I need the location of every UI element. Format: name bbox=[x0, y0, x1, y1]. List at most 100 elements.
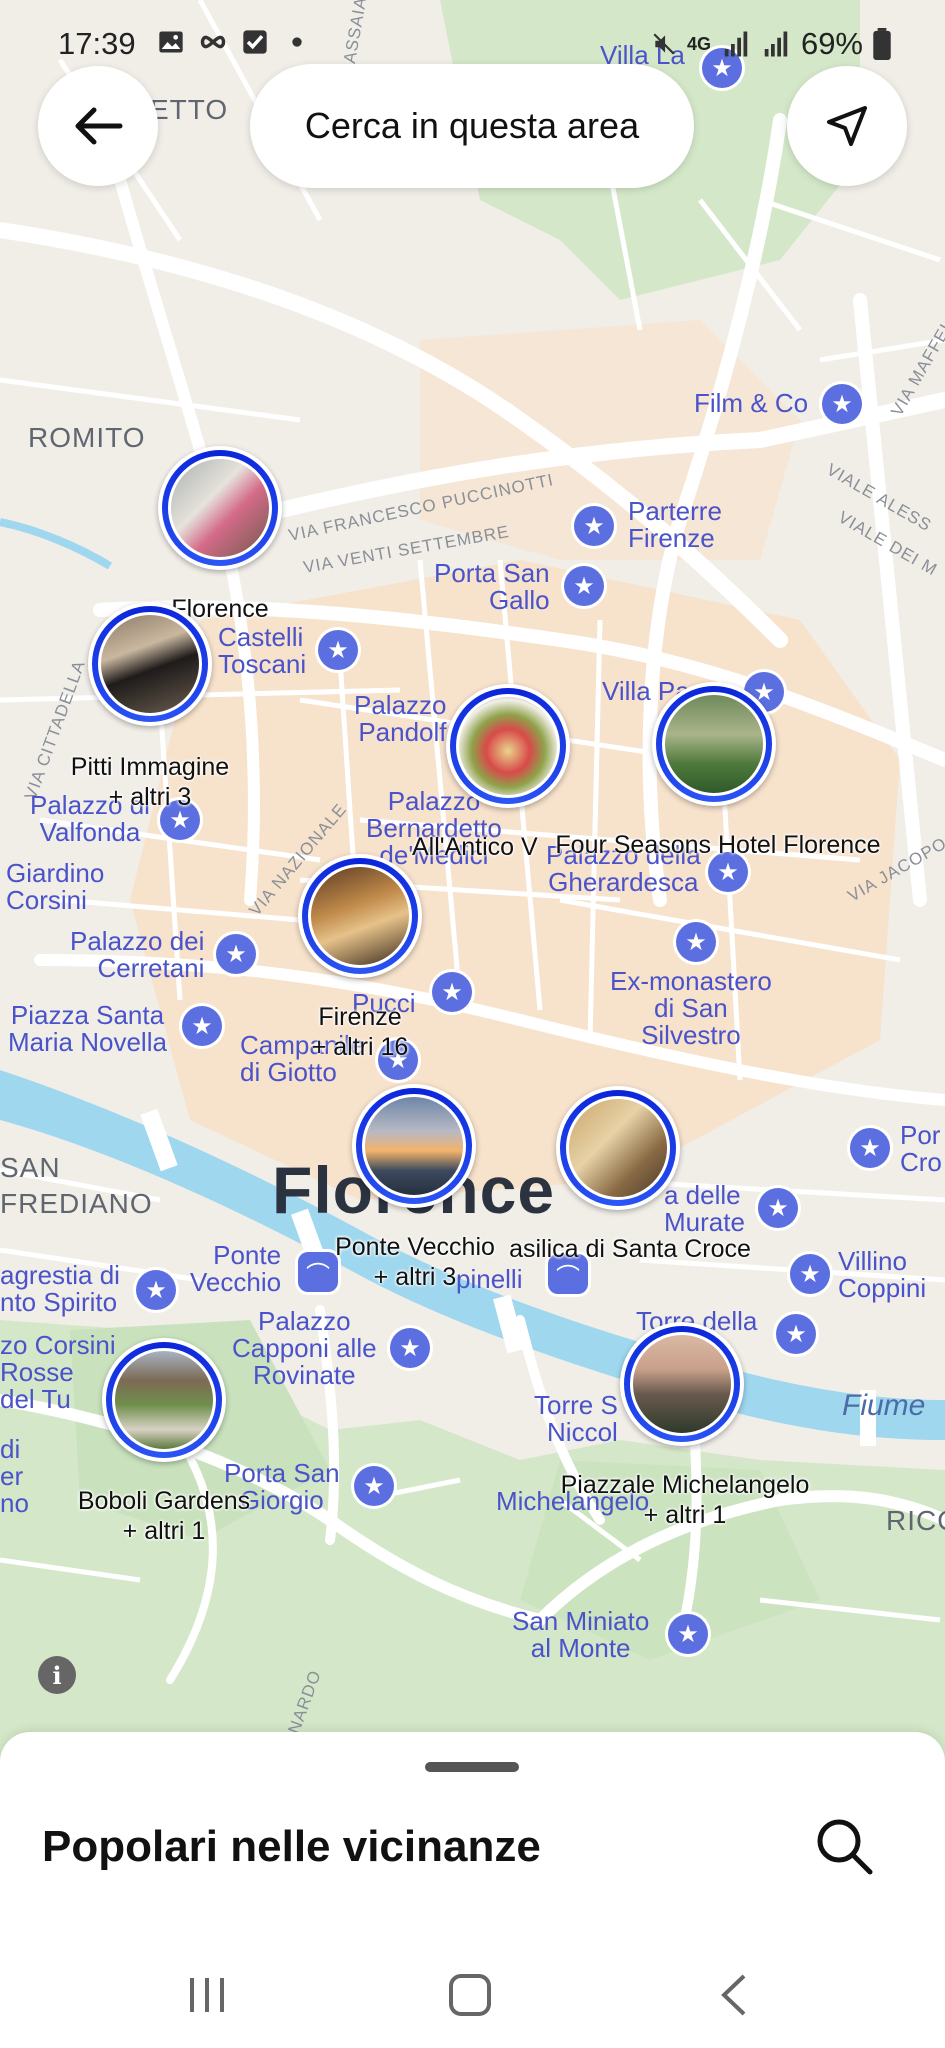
poi-label[interactable]: San Miniato al Monte bbox=[512, 1608, 649, 1662]
signal-icon bbox=[764, 31, 788, 57]
star-icon[interactable]: ★ bbox=[850, 1128, 890, 1168]
star-icon[interactable]: ★ bbox=[182, 1006, 222, 1046]
map-marker[interactable] bbox=[446, 684, 570, 808]
info-icon[interactable]: i bbox=[38, 1656, 76, 1694]
area-label-romito: ROMITO bbox=[28, 422, 146, 453]
poi-label[interactable]: Film & Co bbox=[694, 390, 808, 417]
recent-apps-button[interactable] bbox=[172, 1960, 242, 2030]
map-marker[interactable] bbox=[158, 446, 282, 570]
area-label-etto: ETTO bbox=[150, 94, 229, 125]
map-marker[interactable] bbox=[652, 682, 776, 806]
marker-label: Four Seasons Hotel Florence bbox=[555, 831, 881, 859]
poi-label[interactable]: Torre S Niccol bbox=[534, 1392, 618, 1446]
poi-label[interactable]: Piazza Santa Maria Novella bbox=[8, 1002, 167, 1056]
status-notification-icons bbox=[157, 28, 311, 56]
navigation-arrow-icon bbox=[827, 106, 867, 146]
marker-sublabel: + altri 1 bbox=[643, 1501, 727, 1529]
star-icon[interactable]: ★ bbox=[354, 1466, 394, 1506]
star-icon[interactable]: ★ bbox=[668, 1614, 708, 1654]
home-button[interactable] bbox=[435, 1960, 505, 2030]
area-label-rico: RICO bbox=[886, 1505, 945, 1536]
marker-photo bbox=[98, 612, 202, 716]
poi-label[interactable]: Giardino Corsini bbox=[6, 860, 104, 914]
marker-sublabel: + altri 1 bbox=[122, 1517, 206, 1545]
battery-icon bbox=[873, 28, 891, 60]
checkbox-icon bbox=[243, 30, 267, 54]
marker-label: Pitti Immagine bbox=[70, 753, 230, 781]
recent-apps-icon bbox=[190, 1978, 224, 2012]
map-marker[interactable] bbox=[102, 1338, 226, 1462]
map-marker[interactable] bbox=[298, 854, 422, 978]
poi-label[interactable]: di er no bbox=[0, 1436, 29, 1517]
poi-label[interactable]: Palazzo dei Cerretani bbox=[70, 928, 204, 982]
area-label-frediano: FREDIANO bbox=[0, 1188, 153, 1219]
marker-sublabel: + altri 3 bbox=[373, 1263, 457, 1291]
star-icon[interactable]: ★ bbox=[776, 1314, 816, 1354]
marker-label: All'Antico V bbox=[412, 833, 538, 861]
poi-label[interactable]: a delle Murate bbox=[664, 1182, 745, 1236]
marker-label: Piazzale Michelangelo bbox=[560, 1471, 810, 1499]
marker-photo bbox=[630, 1332, 734, 1436]
star-icon[interactable]: ★ bbox=[758, 1188, 798, 1228]
mute-icon bbox=[653, 33, 675, 55]
poi-label[interactable]: Ponte Vecchio bbox=[190, 1242, 281, 1296]
sheet-title: Popolari nelle vicinanze bbox=[42, 1822, 541, 1871]
star-icon[interactable]: ★ bbox=[574, 506, 614, 546]
poi-label[interactable]: Villino Coppini bbox=[838, 1248, 926, 1302]
star-icon[interactable]: ★ bbox=[136, 1270, 176, 1310]
star-icon[interactable]: ★ bbox=[676, 922, 716, 962]
arrow-left-icon bbox=[75, 107, 123, 145]
back-nav-button[interactable] bbox=[700, 1960, 770, 2030]
poi-label[interactable]: Por Cro bbox=[900, 1122, 942, 1176]
gallery-icon bbox=[159, 31, 183, 53]
poi-label[interactable]: agrestia di nto Spirito bbox=[0, 1262, 120, 1316]
marker-label: Boboli Gardens bbox=[77, 1487, 251, 1515]
poi-label[interactable]: Porta San Gallo bbox=[434, 560, 550, 614]
marker-photo bbox=[112, 1348, 216, 1452]
star-icon[interactable]: ★ bbox=[790, 1254, 830, 1294]
poi-label[interactable]: Palazzo Pandolf bbox=[354, 692, 447, 746]
dot-icon bbox=[292, 37, 302, 47]
system-navigation-bar bbox=[0, 1940, 945, 2048]
map-marker[interactable] bbox=[620, 1322, 744, 1446]
star-icon[interactable]: ★ bbox=[822, 384, 862, 424]
poi-label[interactable]: Parterre Firenze bbox=[628, 498, 722, 552]
star-icon[interactable]: ★ bbox=[390, 1328, 430, 1368]
status-time: 17:39 bbox=[58, 26, 136, 61]
marker-photo bbox=[566, 1096, 670, 1200]
marker-label: asilica di Santa Croce bbox=[509, 1235, 751, 1263]
home-icon bbox=[449, 1974, 491, 2016]
search-this-area-button[interactable]: Cerca in questa area bbox=[250, 64, 694, 188]
back-button[interactable] bbox=[38, 66, 158, 186]
marker-sublabel: + altri 3 bbox=[108, 783, 192, 811]
poi-label[interactable]: Castelli Toscani bbox=[218, 624, 306, 678]
star-icon[interactable]: ★ bbox=[216, 934, 256, 974]
battery-percent: 69% bbox=[800, 26, 863, 61]
map-marker[interactable] bbox=[88, 602, 212, 726]
map[interactable]: ROMITO SAN FREDIANO RICO ETTO VIA FRANCE… bbox=[0, 0, 945, 1760]
poi-label[interactable]: Ex-monastero di San Silvestro bbox=[610, 968, 772, 1049]
my-location-button[interactable] bbox=[787, 66, 907, 186]
star-icon[interactable]: ★ bbox=[432, 972, 472, 1012]
map-marker[interactable] bbox=[556, 1086, 680, 1210]
star-icon[interactable]: ★ bbox=[318, 630, 358, 670]
star-icon[interactable]: ★ bbox=[564, 566, 604, 606]
marker-photo bbox=[456, 694, 560, 798]
status-right: 4G 69% bbox=[651, 26, 891, 62]
river-label: Fiume bbox=[842, 1389, 926, 1422]
poi-label[interactable]: Palazzo Capponi alle Rovinate bbox=[232, 1308, 377, 1389]
marker-sublabel: + altri 16 bbox=[311, 1033, 409, 1061]
marker-photo bbox=[362, 1094, 466, 1198]
marker-label: Firenze bbox=[318, 1003, 402, 1031]
marker-photo bbox=[308, 864, 412, 968]
chevron-left-icon bbox=[721, 1974, 746, 2016]
network-type: 4G bbox=[686, 33, 711, 54]
map-marker[interactable] bbox=[352, 1084, 476, 1208]
poi-label[interactable]: zo Corsini Rosse del Tu bbox=[0, 1332, 116, 1413]
marker-label: Ponte Vecchio bbox=[335, 1233, 495, 1261]
area-label-san: SAN bbox=[0, 1152, 61, 1183]
search-icon[interactable] bbox=[812, 1814, 876, 1878]
signal-icon bbox=[724, 31, 748, 57]
drag-handle[interactable] bbox=[425, 1762, 519, 1772]
marker-photo bbox=[168, 456, 272, 560]
